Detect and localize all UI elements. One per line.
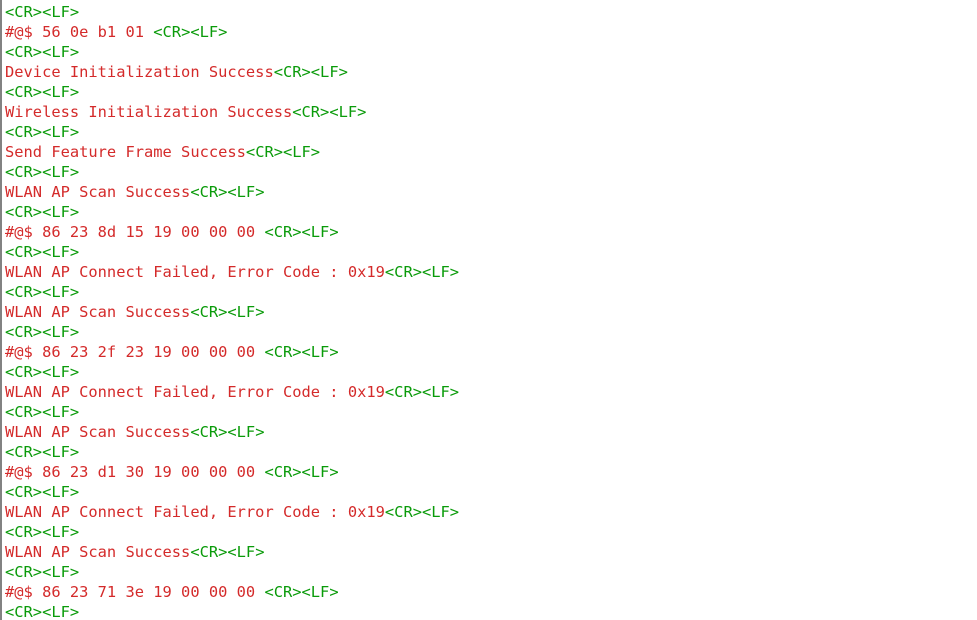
eol-marker: <CR><LF> xyxy=(384,503,460,521)
log-line: #@$ 86 23 d1 30 19 00 00 00 <CR><LF> xyxy=(5,462,977,482)
log-line: WLAN AP Scan Success<CR><LF> xyxy=(5,542,977,562)
eol-marker: <CR><LF> xyxy=(264,583,339,601)
eol-marker: <CR><LF> xyxy=(292,103,367,121)
log-line-text: WLAN AP Scan Success xyxy=(5,303,191,321)
log-line: <CR><LF> xyxy=(5,602,977,620)
eol-marker: <CR><LF> xyxy=(5,203,80,221)
eol-marker: <CR><LF> xyxy=(5,83,80,101)
log-line: <CR><LF> xyxy=(5,82,977,102)
log-line: <CR><LF> xyxy=(5,402,977,422)
log-line: <CR><LF> xyxy=(5,202,977,222)
eol-marker: <CR><LF> xyxy=(264,463,339,481)
log-line: <CR><LF> xyxy=(5,242,977,262)
log-line-text: WLAN AP Connect Failed, Error Code : 0x1… xyxy=(5,383,385,401)
log-line: #@$ 56 0e b1 01 <CR><LF> xyxy=(5,22,977,42)
log-line: WLAN AP Scan Success<CR><LF> xyxy=(5,182,977,202)
eol-marker: <CR><LF> xyxy=(384,383,460,401)
eol-marker: <CR><LF> xyxy=(5,563,80,581)
eol-marker: <CR><LF> xyxy=(245,143,321,161)
log-line: <CR><LF> xyxy=(5,282,977,302)
eol-marker: <CR><LF> xyxy=(5,243,80,261)
eol-marker: <CR><LF> xyxy=(190,423,265,441)
eol-marker: <CR><LF> xyxy=(5,523,80,541)
eol-marker: <CR><LF> xyxy=(5,403,80,421)
log-line: #@$ 86 23 8d 15 19 00 00 00 <CR><LF> xyxy=(5,222,977,242)
log-line-text: #@$ 56 0e b1 01 xyxy=(5,23,154,41)
eol-marker: <CR><LF> xyxy=(5,323,80,341)
log-line: #@$ 86 23 71 3e 19 00 00 00 <CR><LF> xyxy=(5,582,977,602)
log-line: <CR><LF> xyxy=(5,482,977,502)
log-line-text: #@$ 86 23 d1 30 19 00 00 00 xyxy=(5,463,265,481)
log-line: <CR><LF> xyxy=(5,42,977,62)
log-line: WLAN AP Connect Failed, Error Code : 0x1… xyxy=(5,502,977,522)
log-line-text: Device Initialization Success xyxy=(5,63,274,81)
eol-marker: <CR><LF> xyxy=(190,543,265,561)
left-gutter-border xyxy=(0,0,2,620)
log-line: <CR><LF> xyxy=(5,162,977,182)
log-line: WLAN AP Scan Success<CR><LF> xyxy=(5,422,977,442)
log-line-text: Wireless Initialization Success xyxy=(5,103,293,121)
eol-marker: <CR><LF> xyxy=(384,263,460,281)
log-line: #@$ 86 23 2f 23 19 00 00 00 <CR><LF> xyxy=(5,342,977,362)
eol-marker: <CR><LF> xyxy=(5,603,80,620)
log-line: Wireless Initialization Success<CR><LF> xyxy=(5,102,977,122)
log-line: <CR><LF> xyxy=(5,562,977,582)
eol-marker: <CR><LF> xyxy=(5,443,80,461)
eol-marker: <CR><LF> xyxy=(190,183,265,201)
log-line: <CR><LF> xyxy=(5,322,977,342)
eol-marker: <CR><LF> xyxy=(5,163,80,181)
log-line: <CR><LF> xyxy=(5,122,977,142)
eol-marker: <CR><LF> xyxy=(5,43,80,61)
log-line: Send Feature Frame Success<CR><LF> xyxy=(5,142,977,162)
log-line: <CR><LF> xyxy=(5,362,977,382)
eol-marker: <CR><LF> xyxy=(264,343,339,361)
log-line: Device Initialization Success<CR><LF> xyxy=(5,62,977,82)
log-line-text: #@$ 86 23 8d 15 19 00 00 00 xyxy=(5,223,265,241)
log-line: <CR><LF> xyxy=(5,2,977,22)
log-line-text: #@$ 86 23 2f 23 19 00 00 00 xyxy=(5,343,265,361)
eol-marker: <CR><LF> xyxy=(5,3,80,21)
terminal-viewport[interactable]: <CR><LF> #@$ 56 0e b1 01 <CR><LF> <CR><LF>… xyxy=(0,0,977,620)
eol-marker: <CR><LF> xyxy=(153,23,228,41)
log-line: WLAN AP Scan Success<CR><LF> xyxy=(5,302,977,322)
log-line-text: WLAN AP Scan Success xyxy=(5,183,191,201)
log-line: <CR><LF> xyxy=(5,442,977,462)
eol-marker: <CR><LF> xyxy=(5,483,80,501)
serial-log-output[interactable]: <CR><LF> #@$ 56 0e b1 01 <CR><LF> <CR><LF>… xyxy=(0,0,977,620)
log-line-text: WLAN AP Scan Success xyxy=(5,543,191,561)
eol-marker: <CR><LF> xyxy=(264,223,339,241)
eol-marker: <CR><LF> xyxy=(190,303,265,321)
eol-marker: <CR><LF> xyxy=(273,63,348,81)
log-line: WLAN AP Connect Failed, Error Code : 0x1… xyxy=(5,262,977,282)
log-line-text: Send Feature Frame Success xyxy=(5,143,246,161)
log-line: WLAN AP Connect Failed, Error Code : 0x1… xyxy=(5,382,977,402)
eol-marker: <CR><LF> xyxy=(5,363,80,381)
log-line-text: WLAN AP Scan Success xyxy=(5,423,191,441)
log-line-text: WLAN AP Connect Failed, Error Code : 0x1… xyxy=(5,263,385,281)
log-line: <CR><LF> xyxy=(5,522,977,542)
eol-marker: <CR><LF> xyxy=(5,283,80,301)
log-line-text: WLAN AP Connect Failed, Error Code : 0x1… xyxy=(5,503,385,521)
eol-marker: <CR><LF> xyxy=(5,123,80,141)
log-line-text: #@$ 86 23 71 3e 19 00 00 00 xyxy=(5,583,265,601)
